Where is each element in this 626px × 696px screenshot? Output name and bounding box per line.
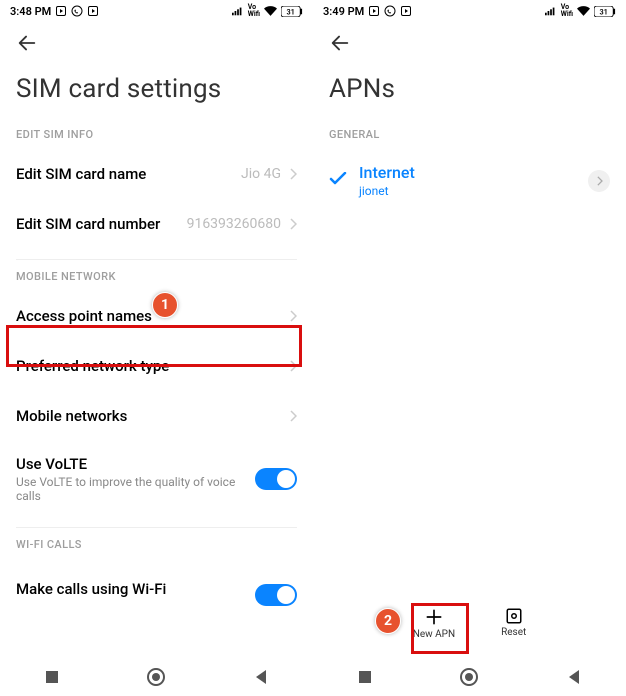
back-arrow-icon[interactable] xyxy=(329,39,351,58)
wifi-icon xyxy=(264,6,277,16)
chevron-right-icon xyxy=(289,407,297,426)
section-edit-sim-info: EDIT SIM INFO xyxy=(0,128,313,149)
page-title: SIM card settings xyxy=(0,64,313,128)
nav-back-button[interactable] xyxy=(241,658,281,696)
chevron-right-icon xyxy=(289,307,297,326)
apn-sub: jionet xyxy=(359,184,415,198)
annotation-badge-2: 2 xyxy=(375,608,401,634)
row-preferred-network-type[interactable]: Preferred network type xyxy=(0,341,313,391)
reset-button[interactable]: Reset xyxy=(493,603,534,644)
reset-icon xyxy=(505,607,523,625)
divider xyxy=(16,527,297,528)
status-time: 3:48 PM xyxy=(10,5,51,18)
section-wifi-calls: WI-FI CALLS xyxy=(0,538,313,559)
sim-settings-screen: 3:48 PM VoWifi 31 SIM card settings EDIT… xyxy=(0,0,313,658)
page-title: APNs xyxy=(313,64,626,128)
label-mobile-networks: Mobile networks xyxy=(16,407,289,425)
nav-home-button[interactable] xyxy=(136,658,176,696)
nav-back-button[interactable] xyxy=(554,658,594,696)
label-wifi-calls: Make calls using Wi-Fi xyxy=(16,580,255,598)
chevron-right-icon xyxy=(289,165,297,184)
value-sim-name: Jio 4G xyxy=(241,166,281,182)
section-mobile-network: MOBILE NETWORK xyxy=(0,270,313,291)
row-edit-sim-number[interactable]: Edit SIM card number 916393260680 xyxy=(0,199,313,249)
apns-screen: 3:49 PM VoWifi 31 APNs GENERAL Internet … xyxy=(313,0,626,658)
chevron-right-icon xyxy=(289,215,297,234)
battery-icon: 31 xyxy=(281,6,303,17)
apn-name: Internet xyxy=(359,163,415,182)
nav-home-button[interactable] xyxy=(449,658,489,696)
screencast-icon-2 xyxy=(400,5,412,17)
status-bar: 3:48 PM VoWifi 31 xyxy=(0,0,313,22)
toggle-wifi-calls[interactable] xyxy=(255,584,297,606)
label-edit-sim-name: Edit SIM card name xyxy=(16,165,241,183)
back-arrow-icon[interactable] xyxy=(16,39,38,58)
reset-label: Reset xyxy=(501,627,526,638)
screencast-icon-2 xyxy=(87,5,99,17)
label-pref-net: Preferred network type xyxy=(16,357,289,375)
annotation-badge-1: 1 xyxy=(152,292,178,318)
status-time: 3:49 PM xyxy=(323,5,364,18)
label-volte: Use VoLTE xyxy=(16,455,255,473)
nav-recent-button[interactable] xyxy=(32,658,72,696)
svg-text:31: 31 xyxy=(286,7,294,16)
divider xyxy=(16,259,297,260)
screencast-icon xyxy=(368,5,380,17)
row-use-volte[interactable]: Use VoLTE Use VoLTE to improve the quali… xyxy=(0,441,313,517)
apn-detail-button[interactable] xyxy=(588,170,610,192)
chevron-right-icon xyxy=(289,357,297,376)
section-general: GENERAL xyxy=(313,128,626,149)
sub-volte: Use VoLTE to improve the quality of voic… xyxy=(16,475,255,503)
new-apn-button[interactable]: New APN xyxy=(405,603,463,644)
status-bar: 3:49 PM VoWifi 31 xyxy=(313,0,626,22)
nav-recent-button[interactable] xyxy=(345,658,385,696)
battery-icon: 31 xyxy=(594,6,616,17)
signal-icon xyxy=(232,6,244,16)
wifi-icon xyxy=(577,6,590,16)
check-icon xyxy=(329,171,347,190)
row-edit-sim-name[interactable]: Edit SIM card name Jio 4G xyxy=(0,149,313,199)
android-nav-bar xyxy=(0,658,626,696)
label-edit-sim-number: Edit SIM card number xyxy=(16,215,187,233)
row-wifi-calls[interactable]: Make calls using Wi-Fi xyxy=(0,559,313,609)
volte-icon: VoWifi xyxy=(248,4,260,18)
volte-icon: VoWifi xyxy=(561,4,573,18)
svg-text:31: 31 xyxy=(599,7,607,16)
apn-item-internet[interactable]: Internet jionet xyxy=(313,149,626,212)
whatsapp-icon xyxy=(384,5,396,17)
value-sim-number: 916393260680 xyxy=(187,216,281,232)
whatsapp-icon xyxy=(71,5,83,17)
new-apn-label: New APN xyxy=(413,629,455,640)
row-mobile-networks[interactable]: Mobile networks xyxy=(0,391,313,441)
plus-icon xyxy=(424,607,444,627)
signal-icon xyxy=(545,6,557,16)
screencast-icon xyxy=(55,5,67,17)
toggle-volte[interactable] xyxy=(255,468,297,490)
